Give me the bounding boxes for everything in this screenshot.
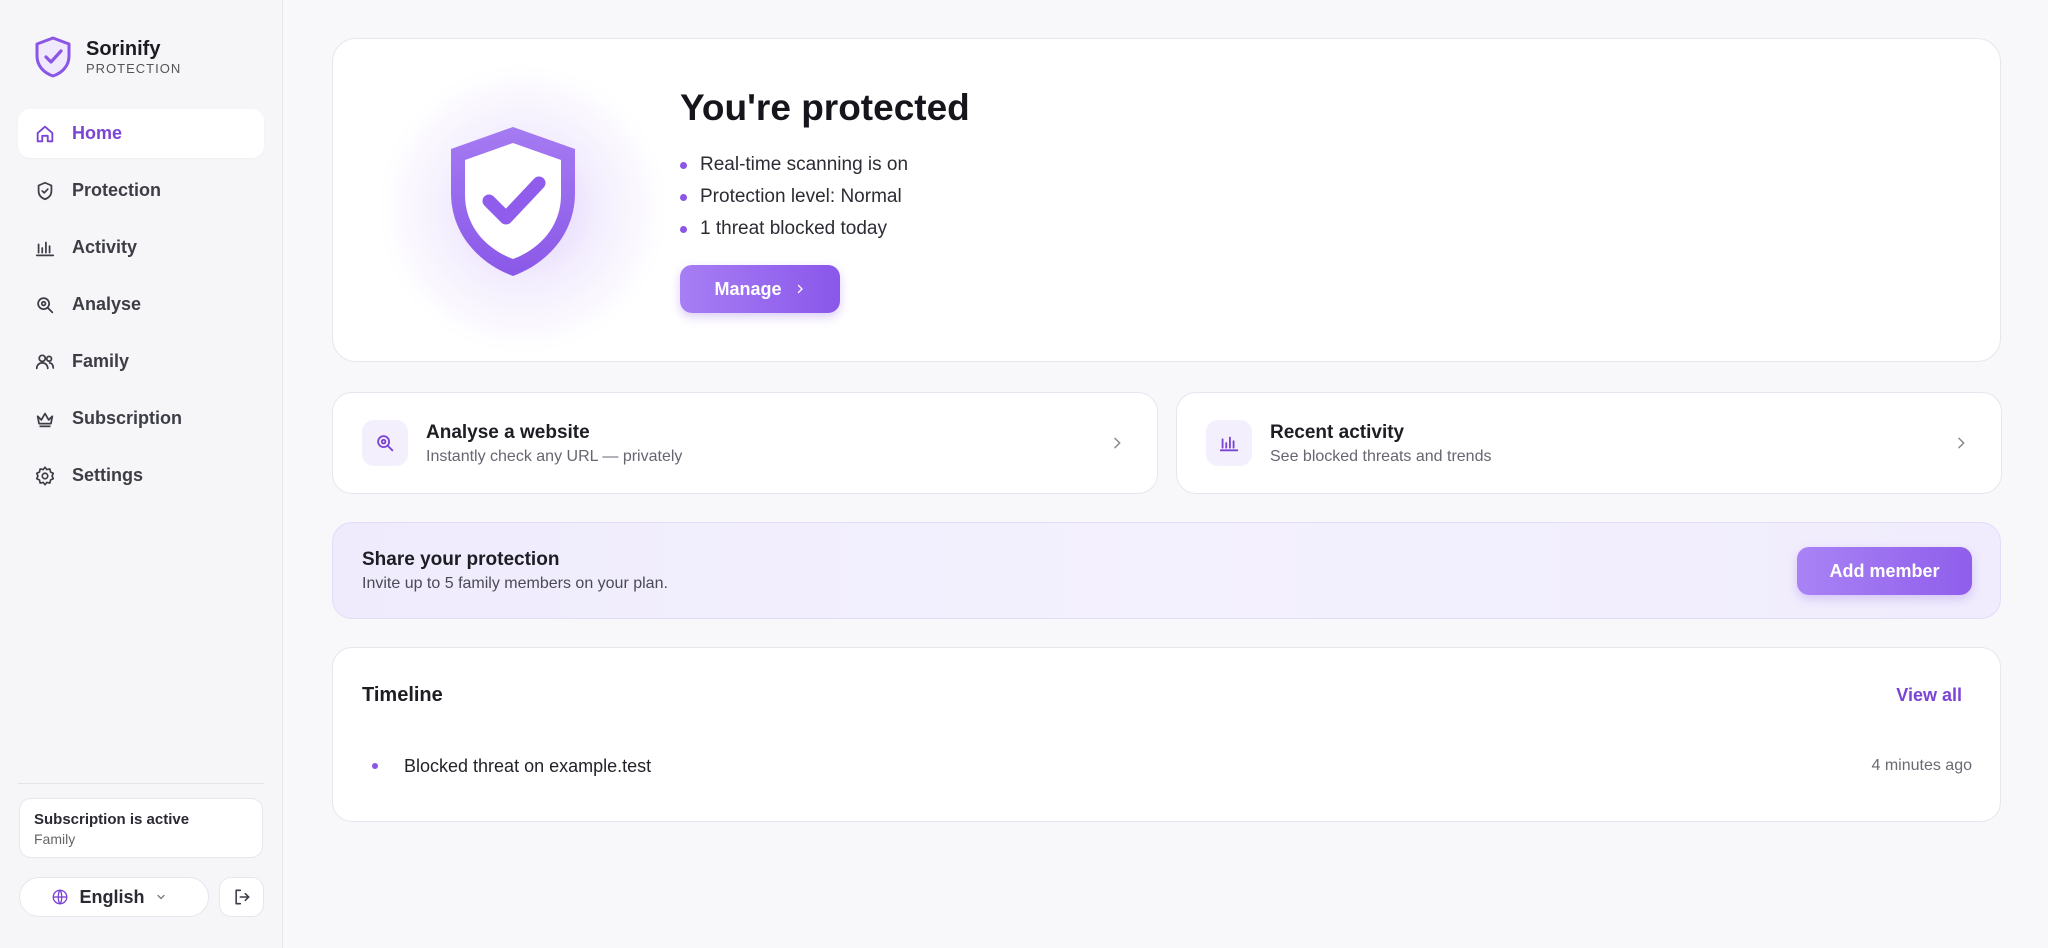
page-title: You're protected bbox=[680, 87, 970, 128]
subscription-status: Subscription is active bbox=[34, 811, 190, 828]
language-label: English bbox=[79, 886, 145, 907]
card-subtitle: Instantly check any URL — privately bbox=[426, 448, 683, 465]
share-protection-banner: Share your protection Invite up to 5 fam… bbox=[332, 522, 2001, 619]
bar-chart-icon bbox=[34, 237, 56, 259]
crown-icon bbox=[34, 408, 56, 430]
status-item: Protection level: Normal bbox=[680, 181, 908, 213]
banner-title: Share your protection bbox=[362, 549, 560, 570]
timeline-entry[interactable]: Blocked threat on example.test 4 minutes… bbox=[362, 748, 1972, 784]
brand-name: Sorinify bbox=[86, 37, 161, 60]
sidebar-item-analyse[interactable]: Analyse bbox=[18, 280, 264, 329]
timeline-dot bbox=[372, 763, 378, 769]
sidebar: Sorinify PROTECTION Home Protection Acti… bbox=[0, 0, 283, 948]
sidebar-item-activity[interactable]: Activity bbox=[18, 223, 264, 272]
shield-logo-icon bbox=[35, 36, 71, 78]
sidebar-item-family[interactable]: Family bbox=[18, 337, 264, 386]
sidebar-item-label: Family bbox=[72, 351, 130, 371]
bar-chart-icon bbox=[1206, 420, 1252, 466]
sidebar-item-label: Activity bbox=[72, 237, 138, 257]
search-icon bbox=[34, 294, 56, 316]
add-member-button[interactable]: Add member bbox=[1797, 547, 1972, 595]
sidebar-item-subscription[interactable]: Subscription bbox=[18, 394, 264, 443]
status-item: Real-time scanning is on bbox=[680, 149, 908, 181]
chevron-right-icon bbox=[1114, 437, 1121, 449]
timeline-entry-text: Blocked threat on example.test bbox=[404, 755, 652, 776]
users-icon bbox=[34, 351, 56, 373]
analyse-website-card[interactable]: Analyse a website Instantly check any UR… bbox=[332, 392, 1158, 494]
logout-icon bbox=[234, 889, 249, 905]
recent-activity-card[interactable]: Recent activity See blocked threats and … bbox=[1176, 392, 2002, 494]
brand[interactable]: Sorinify PROTECTION bbox=[34, 36, 181, 78]
sidebar-item-label: Protection bbox=[72, 180, 162, 200]
sidebar-nav: Home Protection Activity Analyse Family bbox=[18, 109, 264, 508]
timeline-card: Timeline View all Blocked threat on exam… bbox=[332, 647, 2001, 822]
timeline-title: Timeline bbox=[362, 684, 443, 706]
logout-button[interactable] bbox=[219, 877, 264, 917]
sidebar-item-home[interactable]: Home bbox=[18, 109, 264, 158]
sidebar-item-label: Settings bbox=[72, 465, 144, 485]
chevron-right-icon bbox=[797, 284, 803, 294]
gear-icon bbox=[34, 465, 56, 487]
sidebar-item-label: Subscription bbox=[72, 408, 183, 428]
sidebar-item-label: Home bbox=[72, 123, 123, 143]
chevron-right-icon bbox=[1958, 437, 1965, 449]
card-subtitle: See blocked threats and trends bbox=[1270, 448, 1492, 465]
brand-tagline: PROTECTION bbox=[86, 60, 182, 76]
subscription-status-card[interactable]: Subscription is active Family bbox=[19, 798, 263, 858]
view-all-link[interactable]: View all bbox=[1896, 685, 1962, 706]
manage-button-label: Manage bbox=[714, 278, 782, 299]
language-selector[interactable]: English bbox=[19, 877, 209, 917]
search-icon bbox=[362, 420, 408, 466]
subscription-plan: Family bbox=[34, 831, 76, 847]
timeline-entry-time: 4 minutes ago bbox=[1871, 757, 1972, 774]
status-list: Real-time scanning is on Protection leve… bbox=[680, 149, 908, 245]
sidebar-item-label: Analyse bbox=[72, 294, 142, 314]
shield-icon bbox=[34, 180, 56, 202]
sidebar-divider bbox=[18, 783, 264, 784]
status-item: 1 threat blocked today bbox=[680, 213, 908, 245]
globe-icon bbox=[53, 889, 68, 905]
protection-status-card: You're protected Real-time scanning is o… bbox=[332, 38, 2001, 362]
card-title: Analyse a website bbox=[426, 422, 590, 443]
card-title: Recent activity bbox=[1270, 422, 1405, 443]
sidebar-item-settings[interactable]: Settings bbox=[18, 451, 264, 500]
home-icon bbox=[34, 123, 56, 145]
shield-check-icon bbox=[451, 127, 575, 276]
manage-button[interactable]: Manage bbox=[680, 265, 840, 313]
chevron-down-icon bbox=[156, 894, 165, 900]
sidebar-item-protection[interactable]: Protection bbox=[18, 166, 264, 215]
banner-subtitle: Invite up to 5 family members on your pl… bbox=[362, 575, 668, 592]
